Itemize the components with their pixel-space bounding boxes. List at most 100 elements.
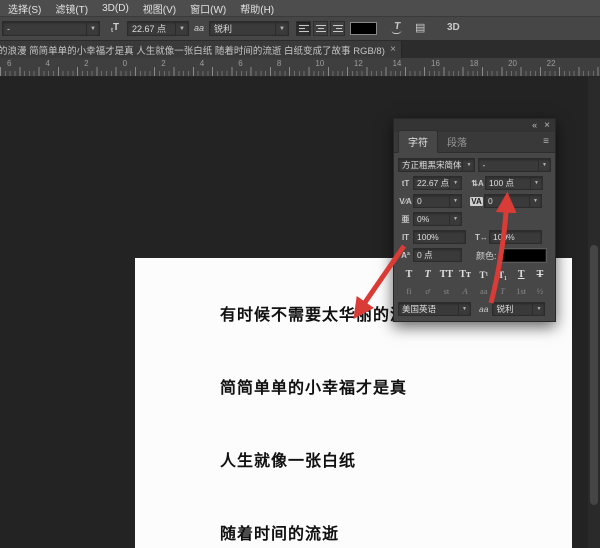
chevron-down-icon[interactable]: ▼ [529,195,541,207]
menu-item[interactable]: 滤镜(T) [48,1,95,16]
opentype-feature-button[interactable]: st [438,285,454,298]
scrollbar-thumb[interactable] [590,245,598,505]
tracking-value: 0 [488,196,493,206]
font-size-icon: tT [111,22,119,34]
text-style-button[interactable]: T [420,268,436,282]
canvas-text-line[interactable]: 随着时间的流逝 [220,523,572,545]
proportional-spacing-field[interactable]: 0% ▼ [413,212,462,226]
chevron-down-icon[interactable]: ▼ [532,303,544,315]
opentype-feature-button[interactable]: fi [401,285,417,298]
text-style-button[interactable]: Tᴛ [457,268,473,282]
baseline-color-row: Aª 0 点 颜色: [398,248,551,262]
font-size-value: 22.67 点 [132,22,166,35]
text-style-button[interactable]: T [513,268,529,282]
ruler-number: 16 [424,58,463,68]
opentype-feature-button[interactable]: A [457,285,473,298]
ruler-number: 12 [347,58,386,68]
warp-text-icon[interactable]: T [388,21,406,36]
close-tab-icon[interactable]: × [390,45,396,55]
anti-alias-dropdown[interactable]: 锐利 ▼ [492,302,545,316]
font-size-value: 22.67 点 [417,177,449,189]
collapse-panel-icon[interactable]: « [532,121,537,130]
anti-alias-value: 锐利 [214,22,232,35]
color-label: 颜色: [476,249,497,262]
menu-item[interactable]: 选择(S) [1,1,48,16]
menu-item[interactable]: 帮助(H) [233,1,281,16]
ruler-number: 4 [39,58,78,68]
kerning-field[interactable]: 0 ▼ [413,194,462,208]
chevron-down-icon[interactable]: ▼ [449,195,461,207]
text-color-swatch[interactable] [502,249,546,262]
opentype-feature-button[interactable]: aa [476,285,492,298]
chevron-down-icon[interactable]: ▼ [530,177,542,189]
align-center-button[interactable] [313,21,328,36]
horizontal-ruler: 6420246810121416182022 [0,58,600,77]
chevron-down-icon[interactable]: ▼ [86,22,99,35]
vertical-scale-value: 100% [417,232,439,242]
chevron-down-icon[interactable]: ▼ [462,159,474,171]
baseline-shift-field[interactable]: 0 点 [413,248,462,262]
ruler-number: 6 [231,58,270,68]
text-style-button[interactable]: TT [438,268,454,282]
canvas-text-line[interactable]: 人生就像一张白纸 [220,450,572,472]
opentype-feature-button[interactable]: ơ [420,285,436,298]
menu-item[interactable]: 3D(D) [95,3,136,14]
document-tab[interactable]: 的浪漫 简简单单的小幸福才是真 人生就像一张白纸 随着时间的流逝 白纸变成了故事… [0,41,402,58]
opentype-feature-button[interactable]: ½ [532,285,548,298]
tab-character[interactable]: 字符 [398,130,438,153]
ruler-number: 18 [463,58,502,68]
3d-button[interactable]: 3D [447,22,460,33]
ruler-numbers: 6420246810121416182022 [0,58,600,68]
font-family-dropdown[interactable]: - ▼ [2,21,100,36]
ruler-number: 4 [193,58,232,68]
text-style-button[interactable]: T¹ [476,268,492,282]
chevron-down-icon[interactable]: ▼ [449,177,461,189]
ruler-number: 2 [154,58,193,68]
document-tab-bar: 的浪漫 简简单单的小幸福才是真 人生就像一张白纸 随着时间的流逝 白纸变成了故事… [0,41,600,58]
font-size-field[interactable]: 22.67 点 ▼ [127,21,189,36]
text-style-button[interactable]: T₁ [495,268,511,282]
text-style-button[interactable]: T [532,268,548,282]
baseline-shift-icon: Aª [398,251,413,260]
font-family-dropdown[interactable]: 方正粗黑宋简体 ▼ [398,158,475,172]
horizontal-scale-value: 100% [493,232,515,242]
tracking-icon: VA [470,197,483,206]
font-style-dropdown[interactable]: - ▼ [478,158,551,172]
horizontal-scale-field[interactable]: 100% [489,230,542,244]
tool-options-bar: - ▼ tT 22.67 点 ▼ aa 锐利 ▼ T ▤ 3D [0,17,600,41]
canvas-text-line[interactable]: 简简单单的小幸福才是真 [220,377,572,399]
proportional-spacing-value: 0% [417,214,429,224]
align-left-button[interactable] [296,21,311,36]
language-value: 美国英语 [402,303,436,315]
ruler-number: 6 [0,58,39,68]
menu-item[interactable]: 视图(V) [136,1,183,16]
anti-alias-value: 锐利 [496,303,513,315]
tab-paragraph[interactable]: 段落 [438,131,476,152]
chevron-down-icon[interactable]: ▼ [275,22,288,35]
menu-item[interactable]: 窗口(W) [183,1,233,16]
anti-alias-icon: aa [479,304,488,314]
tracking-field[interactable]: 0 ▼ [484,194,542,208]
leading-field[interactable]: 100 点 ▼ [485,176,543,190]
leading-value: 100 点 [489,177,514,189]
font-row: 方正粗黑宋简体 ▼ - ▼ [398,158,551,172]
opentype-feature-button[interactable]: 1st [513,285,529,298]
toggle-panels-icon[interactable]: ▤ [415,21,425,36]
opentype-feature-button[interactable]: T [495,285,511,298]
ruler-number: 8 [270,58,309,68]
font-size-icon: tT [398,179,413,188]
chevron-down-icon[interactable]: ▼ [449,213,461,225]
anti-alias-dropdown[interactable]: 锐利 ▼ [209,21,289,36]
close-panel-icon[interactable]: × [544,121,550,131]
panel-menu-icon[interactable]: ≡ [543,136,549,147]
text-style-button[interactable]: T [401,268,417,282]
chevron-down-icon[interactable]: ▼ [175,22,188,35]
vertical-scale-field[interactable]: 100% [413,230,466,244]
chevron-down-icon[interactable]: ▼ [538,159,550,171]
menu-bar: 选择(S)滤镜(T)3D(D)视图(V)窗口(W)帮助(H) [0,0,600,17]
chevron-down-icon[interactable]: ▼ [458,303,470,315]
font-size-field[interactable]: 22.67 点 ▼ [413,176,462,190]
language-dropdown[interactable]: 美国英语 ▼ [398,302,471,316]
text-color-swatch[interactable] [350,22,377,35]
align-right-button[interactable] [330,21,345,36]
